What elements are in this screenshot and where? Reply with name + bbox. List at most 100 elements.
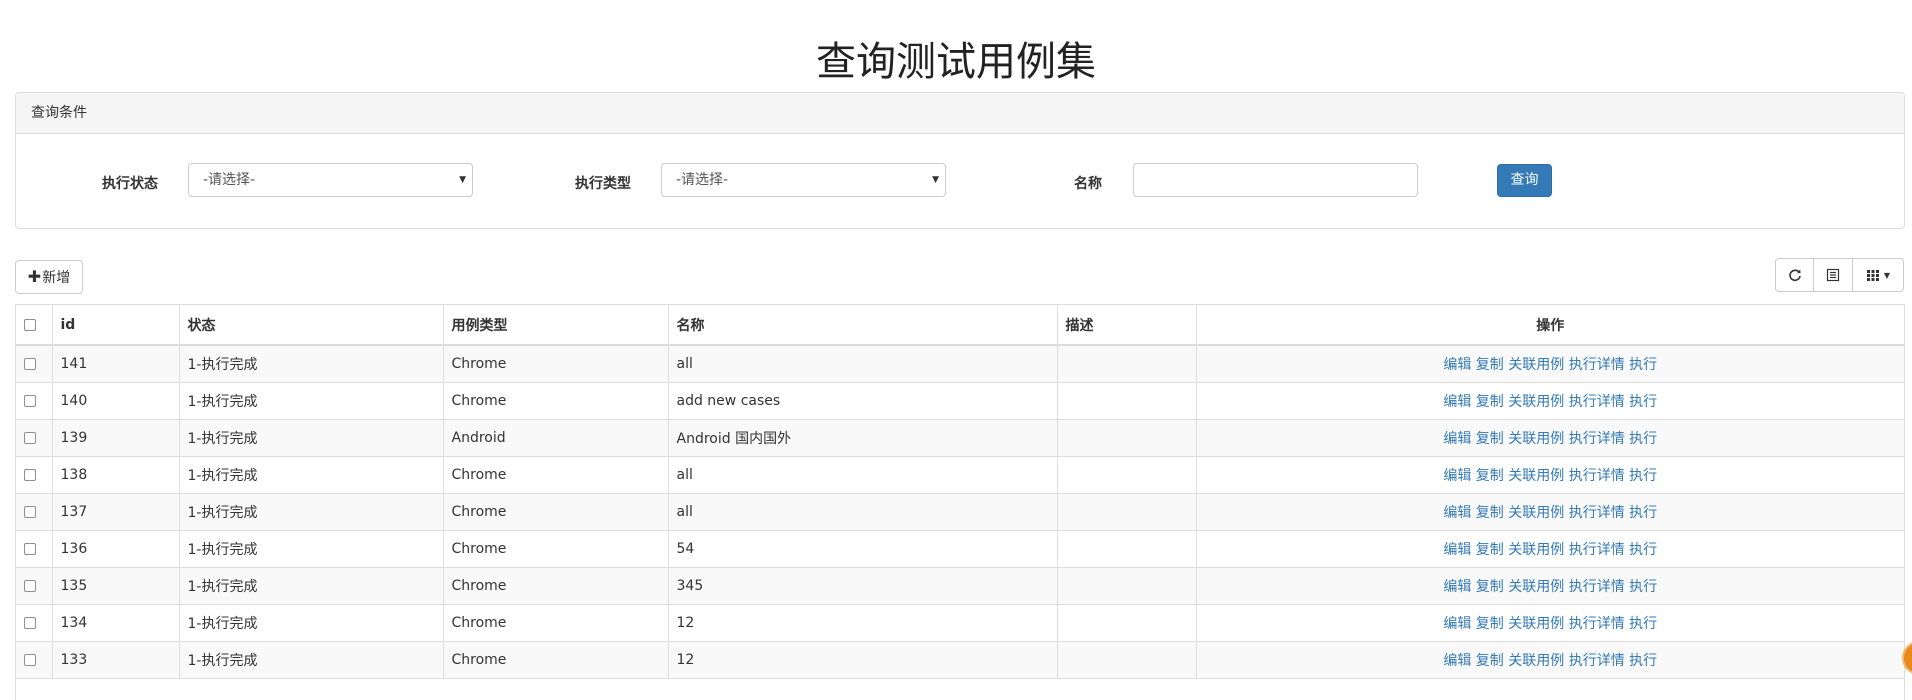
link-cases-link[interactable]: 关联用例 bbox=[1508, 505, 1564, 521]
cell-actions: 编辑 复制 关联用例 执行详情 执行 bbox=[1196, 604, 1904, 642]
link-cases-link[interactable]: 关联用例 bbox=[1508, 394, 1564, 410]
edit-link[interactable]: 编辑 bbox=[1443, 394, 1471, 410]
run-details-link[interactable]: 执行详情 bbox=[1569, 431, 1625, 447]
cell-desc bbox=[1057, 641, 1197, 679]
execute-link[interactable]: 执行 bbox=[1629, 653, 1657, 669]
row-select-cell bbox=[16, 345, 53, 383]
col-header-desc[interactable]: 描述 bbox=[1057, 305, 1197, 346]
run-details-link[interactable]: 执行详情 bbox=[1569, 579, 1625, 595]
table-row[interactable]: 140 1-执行完成 Chrome add new cases 编辑 复制 关联用例 执… bbox=[16, 382, 1904, 420]
copy-link[interactable]: 复制 bbox=[1476, 616, 1504, 632]
run-details-link[interactable]: 执行详情 bbox=[1569, 616, 1625, 632]
table-row[interactable]: 137 1-执行完成 Chrome all 编辑 复制 关联用例 执行详情 执行 bbox=[16, 493, 1904, 531]
link-cases-link[interactable]: 关联用例 bbox=[1508, 653, 1564, 669]
row-select-cell bbox=[16, 493, 53, 531]
type-select[interactable]: -请选择- ▼ bbox=[661, 163, 946, 197]
row-checkbox[interactable] bbox=[24, 394, 36, 407]
copy-link[interactable]: 复制 bbox=[1476, 394, 1504, 410]
edit-link[interactable]: 编辑 bbox=[1443, 468, 1471, 484]
row-checkbox[interactable] bbox=[24, 653, 36, 666]
table-row[interactable]: 135 1-执行完成 Chrome 345 编辑 复制 关联用例 执行详情 执行 bbox=[16, 567, 1904, 605]
cell-status: 1-执行完成 bbox=[179, 493, 444, 531]
cell-id: 140 bbox=[52, 382, 180, 420]
cell-id: 138 bbox=[52, 456, 180, 494]
columns-button[interactable]: ▼ bbox=[1852, 258, 1904, 292]
copy-link[interactable]: 复制 bbox=[1476, 431, 1504, 447]
col-header-id[interactable]: id bbox=[52, 305, 180, 346]
query-button[interactable]: 查询 bbox=[1497, 164, 1552, 197]
name-input[interactable] bbox=[1133, 163, 1418, 197]
copy-link[interactable]: 复制 bbox=[1476, 357, 1504, 373]
edit-link[interactable]: 编辑 bbox=[1443, 505, 1471, 521]
row-checkbox[interactable] bbox=[24, 468, 36, 481]
execute-link[interactable]: 执行 bbox=[1629, 357, 1657, 373]
status-select[interactable]: -请选择- ▼ bbox=[188, 163, 473, 197]
copy-link[interactable]: 复制 bbox=[1476, 542, 1504, 558]
status-label: 执行状态 bbox=[102, 176, 158, 192]
table-row[interactable]: 136 1-执行完成 Chrome 54 编辑 复制 关联用例 执行详情 执行 bbox=[16, 530, 1904, 568]
run-details-link[interactable]: 执行详情 bbox=[1569, 357, 1625, 373]
row-checkbox[interactable] bbox=[24, 579, 36, 592]
cell-actions: 编辑 复制 关联用例 执行详情 执行 bbox=[1196, 345, 1904, 383]
copy-link[interactable]: 复制 bbox=[1476, 505, 1504, 521]
cell-id: 141 bbox=[52, 345, 180, 383]
run-details-link[interactable]: 执行详情 bbox=[1569, 505, 1625, 521]
table-row[interactable]: 139 1-执行完成 Android Android 国内国外 编辑 复制 关联用例 执… bbox=[16, 419, 1904, 457]
row-checkbox[interactable] bbox=[24, 616, 36, 629]
row-checkbox[interactable] bbox=[24, 505, 36, 518]
row-checkbox[interactable] bbox=[24, 542, 36, 555]
execute-link[interactable]: 执行 bbox=[1629, 579, 1657, 595]
add-button[interactable]: ✚新增 bbox=[15, 260, 83, 294]
cell-status: 1-执行完成 bbox=[179, 456, 444, 494]
refresh-button[interactable] bbox=[1775, 258, 1814, 292]
col-header-status[interactable]: 状态 bbox=[179, 305, 444, 346]
copy-link[interactable]: 复制 bbox=[1476, 468, 1504, 484]
edit-link[interactable]: 编辑 bbox=[1443, 431, 1471, 447]
copy-link[interactable]: 复制 bbox=[1476, 653, 1504, 669]
copy-link[interactable]: 复制 bbox=[1476, 579, 1504, 595]
type-select-value: -请选择- bbox=[676, 172, 729, 188]
link-cases-link[interactable]: 关联用例 bbox=[1508, 616, 1564, 632]
link-cases-link[interactable]: 关联用例 bbox=[1508, 431, 1564, 447]
chevron-down-icon: ▼ bbox=[459, 175, 466, 185]
run-details-link[interactable]: 执行详情 bbox=[1569, 542, 1625, 558]
edit-link[interactable]: 编辑 bbox=[1443, 542, 1471, 558]
execute-link[interactable]: 执行 bbox=[1629, 542, 1657, 558]
run-details-link[interactable]: 执行详情 bbox=[1569, 394, 1625, 410]
run-details-link[interactable]: 执行详情 bbox=[1569, 653, 1625, 669]
run-details-link[interactable]: 执行详情 bbox=[1569, 468, 1625, 484]
link-cases-link[interactable]: 关联用例 bbox=[1508, 357, 1564, 373]
select-all-checkbox[interactable] bbox=[24, 318, 36, 331]
cell-actions: 编辑 复制 关联用例 执行详情 执行 bbox=[1196, 382, 1904, 420]
execute-link[interactable]: 执行 bbox=[1629, 468, 1657, 484]
edit-link[interactable]: 编辑 bbox=[1443, 616, 1471, 632]
cell-name: all bbox=[668, 345, 1058, 383]
link-cases-link[interactable]: 关联用例 bbox=[1508, 542, 1564, 558]
name-label: 名称 bbox=[1074, 176, 1102, 192]
table-row[interactable]: 134 1-执行完成 Chrome 12 编辑 复制 关联用例 执行详情 执行 bbox=[16, 604, 1904, 642]
select-all-cell bbox=[16, 305, 53, 346]
execute-link[interactable]: 执行 bbox=[1629, 616, 1657, 632]
link-cases-link[interactable]: 关联用例 bbox=[1508, 579, 1564, 595]
cell-desc bbox=[1057, 382, 1197, 420]
row-select-cell bbox=[16, 456, 53, 494]
table-row[interactable]: 141 1-执行完成 Chrome all 编辑 复制 关联用例 执行详情 执行 bbox=[16, 345, 1904, 383]
edit-link[interactable]: 编辑 bbox=[1443, 579, 1471, 595]
execute-link[interactable]: 执行 bbox=[1629, 394, 1657, 410]
cell-id: 134 bbox=[52, 604, 180, 642]
execute-link[interactable]: 执行 bbox=[1629, 505, 1657, 521]
page-title: 查询测试用例集 bbox=[816, 39, 1096, 85]
edit-link[interactable]: 编辑 bbox=[1443, 653, 1471, 669]
execute-link[interactable]: 执行 bbox=[1629, 431, 1657, 447]
col-header-type[interactable]: 用例类型 bbox=[443, 305, 669, 346]
table-row[interactable]: 133 1-执行完成 Chrome 12 编辑 复制 关联用例 执行详情 执行 bbox=[16, 641, 1904, 679]
col-header-name[interactable]: 名称 bbox=[668, 305, 1058, 346]
cell-name: 12 bbox=[668, 604, 1058, 642]
row-checkbox[interactable] bbox=[24, 357, 36, 370]
link-cases-link[interactable]: 关联用例 bbox=[1508, 468, 1564, 484]
toggle-view-button[interactable] bbox=[1813, 258, 1853, 292]
row-checkbox[interactable] bbox=[24, 431, 36, 444]
edit-link[interactable]: 编辑 bbox=[1443, 357, 1471, 373]
table-row[interactable]: 138 1-执行完成 Chrome all 编辑 复制 关联用例 执行详情 执行 bbox=[16, 456, 1904, 494]
cell-type: Chrome bbox=[443, 456, 669, 494]
